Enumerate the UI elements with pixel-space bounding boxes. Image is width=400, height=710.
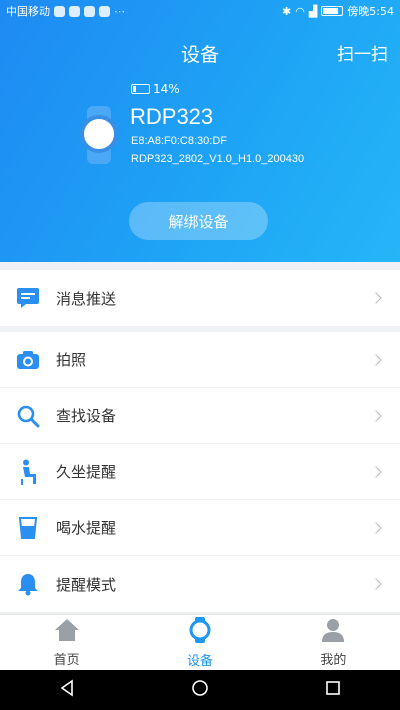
chevron-right-icon xyxy=(370,409,382,422)
water-cup-icon xyxy=(16,516,40,540)
tab-device[interactable]: 设备 xyxy=(133,615,266,670)
battery-percent: 14% xyxy=(153,82,180,96)
bluetooth-icon: ✱ xyxy=(282,4,292,18)
chevron-right-icon xyxy=(370,353,382,366)
recents-icon[interactable] xyxy=(324,679,342,701)
chevron-right-icon xyxy=(370,521,382,534)
menu-item-sedentary-reminder[interactable]: 久坐提醒 xyxy=(0,444,400,500)
unbind-device-button[interactable]: 解绑设备 xyxy=(129,202,268,240)
device-name: RDP323 xyxy=(130,104,214,129)
menu-item-message-push[interactable]: 消息推送 xyxy=(0,270,400,326)
message-icon xyxy=(16,286,40,310)
bottom-tab-bar: 首页 设备 我的 xyxy=(0,614,400,670)
menu-item-camera[interactable]: 拍照 xyxy=(0,332,400,388)
battery-icon xyxy=(131,84,150,94)
battery-icon xyxy=(321,6,344,16)
menu-main: 拍照 查找设备 久坐提醒 喝水提醒 提醒模式 xyxy=(0,332,400,612)
camera-icon xyxy=(16,348,40,372)
person-icon xyxy=(321,618,345,646)
home-circle-icon[interactable] xyxy=(191,679,209,701)
more-notifications-icon: ⋯ xyxy=(114,4,125,18)
notification-icon xyxy=(99,5,110,17)
status-bar: 中国移动 ⋯ ✱ ◠ ▟ 傍晚5:54 xyxy=(0,0,400,22)
tab-label: 首页 xyxy=(53,652,80,668)
scan-button[interactable]: 扫一扫 xyxy=(337,40,388,65)
back-icon[interactable] xyxy=(58,679,76,701)
sitting-icon xyxy=(16,459,40,485)
menu-item-find-device[interactable]: 查找设备 xyxy=(0,388,400,444)
home-icon xyxy=(54,618,80,646)
device-mac: E8:A8:F0:C8:30:DF xyxy=(131,135,227,147)
device-firmware: RDP323_2802_V1.0_H1.0_200430 xyxy=(131,153,305,165)
carrier-label: 中国移动 xyxy=(6,5,50,18)
watch-icon xyxy=(189,616,211,647)
notification-icon xyxy=(69,5,80,17)
status-time: 傍晚5:54 xyxy=(347,5,394,18)
tab-mine[interactable]: 我的 xyxy=(267,615,400,670)
notification-icon xyxy=(54,5,65,17)
bell-icon xyxy=(16,572,40,596)
notification-icon xyxy=(84,5,95,17)
chevron-right-icon xyxy=(370,465,382,478)
tab-home[interactable]: 首页 xyxy=(0,615,133,670)
device-battery: 14% xyxy=(131,82,180,96)
signal-icon: ▟ xyxy=(308,4,318,18)
menu-item-label: 消息推送 xyxy=(56,289,117,308)
menu-item-label: 喝水提醒 xyxy=(56,519,117,537)
menu-item-label: 拍照 xyxy=(56,351,87,369)
chevron-right-icon xyxy=(370,292,382,304)
watch-icon xyxy=(78,106,120,164)
menu-item-label: 久坐提醒 xyxy=(56,463,117,481)
tab-label: 我的 xyxy=(320,652,347,668)
device-header: 中国移动 ⋯ ✱ ◠ ▟ 傍晚5:54 设备 扫一扫 14% RDP323 E8… xyxy=(0,0,400,262)
wifi-icon: ◠ xyxy=(295,4,305,18)
menu-item-reminder-mode[interactable]: 提醒模式 xyxy=(0,556,400,612)
tab-label: 设备 xyxy=(186,653,213,669)
menu-item-label: 提醒模式 xyxy=(56,575,117,594)
system-nav-bar xyxy=(0,670,400,710)
search-icon xyxy=(16,404,40,428)
chevron-right-icon xyxy=(370,578,382,590)
menu-top: 消息推送 xyxy=(0,270,400,326)
menu-item-label: 查找设备 xyxy=(56,407,117,425)
menu-item-water-reminder[interactable]: 喝水提醒 xyxy=(0,500,400,556)
